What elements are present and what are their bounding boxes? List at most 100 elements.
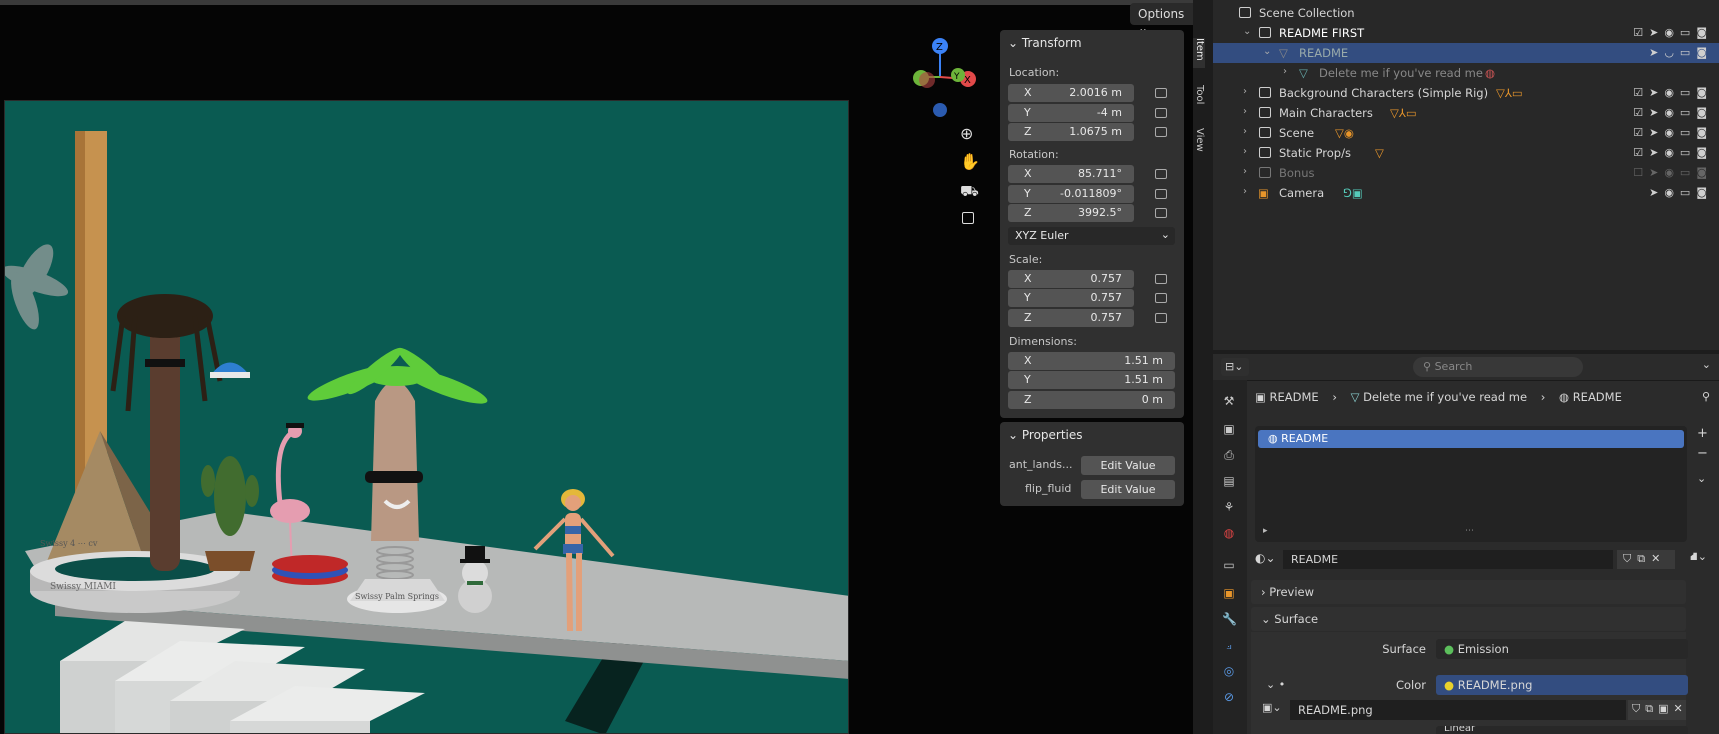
- rotation-y-field[interactable]: Y -0.011809°: [1008, 185, 1134, 203]
- dimensions-z-field[interactable]: Z0 m: [1008, 391, 1175, 409]
- particles-icon[interactable]: ⟓: [1222, 638, 1236, 652]
- chevron-down-icon: ⌄: [1008, 36, 1022, 50]
- chevron-right-icon: ›: [1283, 66, 1287, 77]
- visibility-toggles[interactable]: ☑➤◉▭◙: [1633, 126, 1713, 139]
- lock-camera-icon[interactable]: [962, 212, 974, 224]
- options-dropdown[interactable]: Options ⌄: [1130, 3, 1193, 35]
- location-x-field[interactable]: X 2.0016 m: [1008, 84, 1134, 102]
- physics-icon[interactable]: ◎: [1222, 664, 1236, 678]
- pin-icon[interactable]: ⚲: [1702, 390, 1710, 403]
- properties-header[interactable]: ⌄ Properties: [1000, 422, 1184, 446]
- outliner[interactable]: Scene Collection ⌄ README FIRST ☑➤◉▭◙ ⌄ …: [1213, 0, 1719, 350]
- outliner-row-background-characters[interactable]: › Background Characters (Simple Rig) ▽⅄▭…: [1213, 83, 1719, 103]
- node-icon[interactable]: ⛘⌄: [1690, 550, 1707, 565]
- image-name-field[interactable]: README.png: [1290, 700, 1626, 720]
- tab-tool[interactable]: Tool: [1193, 85, 1205, 113]
- edit-value-button[interactable]: Edit Value: [1081, 456, 1175, 475]
- remove-slot-button[interactable]: −: [1697, 446, 1708, 461]
- collection-icon: [1259, 107, 1271, 118]
- material-slot-list[interactable]: ◍ README ▸ ⋯: [1255, 426, 1687, 542]
- tab-item[interactable]: Item: [1193, 38, 1205, 68]
- material-actions[interactable]: ⛉⧉✕: [1617, 550, 1675, 569]
- modifier-wrench-icon[interactable]: 🔧: [1222, 612, 1237, 626]
- visibility-toggles[interactable]: ➤◡▭◙: [1649, 46, 1713, 59]
- chevron-down-icon[interactable]: ⌄: [1702, 358, 1711, 371]
- rotation-label: Rotation:: [1009, 148, 1059, 161]
- expand-icon[interactable]: ▸: [1263, 526, 1268, 536]
- rotation-z-field[interactable]: Z 3992.5°: [1008, 204, 1134, 222]
- preview-section-header[interactable]: › Preview: [1251, 580, 1686, 604]
- outliner-row-static-props[interactable]: › Static Prop/s ▽ ☑➤◉▭◙: [1213, 143, 1719, 163]
- location-y-field[interactable]: Y -4 m: [1008, 104, 1134, 122]
- outliner-row-readme[interactable]: ⌄ ▽ README ➤◡▭◙: [1213, 43, 1719, 63]
- location-label: Location:: [1009, 66, 1060, 79]
- scale-x-field[interactable]: X 0.757: [1008, 270, 1134, 288]
- material-name-field[interactable]: README: [1283, 550, 1613, 569]
- rotation-mode-select[interactable]: XYZ Euler ⌄: [1008, 227, 1175, 245]
- lock-icon[interactable]: [1155, 293, 1167, 303]
- camera-view[interactable]: Swissy MIAMI Swissy 4 ⋯ cv Swissy Palm S…: [4, 100, 849, 734]
- navigation-gizmo[interactable]: Z X Y: [900, 35, 980, 125]
- camera-view-icon[interactable]: ⛟: [960, 182, 979, 202]
- world-icon[interactable]: ◍: [1222, 526, 1236, 540]
- search-input[interactable]: ⚲ Search: [1413, 357, 1583, 377]
- visibility-toggles[interactable]: ☑➤◉▭◙: [1633, 86, 1713, 99]
- outliner-row-camera[interactable]: › ▣ Camera ⅁▣ ➤◉▭◙: [1213, 183, 1719, 203]
- dimensions-y-field[interactable]: Y 1.51 m: [1008, 371, 1175, 389]
- surface-shader-select[interactable]: ● Emission: [1436, 639, 1688, 659]
- image-browse-button[interactable]: ▣⌄: [1262, 701, 1290, 719]
- output-icon[interactable]: ⎙: [1222, 448, 1236, 462]
- lock-icon[interactable]: [1155, 127, 1167, 137]
- outliner-row-bonus[interactable]: › Bonus ☐➤◉▭◙: [1213, 163, 1719, 183]
- surface-section-header[interactable]: ⌄ Surface: [1251, 607, 1686, 631]
- lock-icon[interactable]: [1155, 108, 1167, 118]
- chevron-down-icon[interactable]: ⌄ •: [1266, 678, 1285, 691]
- chevron-down-icon[interactable]: ⌄: [1697, 472, 1706, 485]
- material-browse-button[interactable]: ◐⌄: [1255, 551, 1283, 569]
- lock-icon[interactable]: [1155, 189, 1167, 199]
- color-input-select[interactable]: ● README.png: [1436, 675, 1688, 695]
- tool-icon[interactable]: ⚒: [1222, 394, 1236, 408]
- editor-type-dropdown[interactable]: ⊟⌄: [1221, 358, 1249, 376]
- breadcrumb-material: README: [1572, 390, 1622, 404]
- lock-icon[interactable]: [1155, 313, 1167, 323]
- rotation-x-field[interactable]: X 85.711°: [1008, 165, 1134, 183]
- add-slot-button[interactable]: +: [1697, 426, 1708, 441]
- zoom-icon[interactable]: ⊕: [960, 124, 973, 143]
- image-actions[interactable]: ⛉⧉▣✕: [1628, 700, 1686, 720]
- scene-collection-row[interactable]: Scene Collection: [1213, 3, 1719, 23]
- constraints-icon[interactable]: ⊘: [1222, 690, 1236, 704]
- location-z-field[interactable]: Z 1.0675 m: [1008, 123, 1134, 141]
- lock-icon[interactable]: [1155, 274, 1167, 284]
- hand-pan-icon[interactable]: ✋: [960, 152, 980, 171]
- transform-header[interactable]: ⌄ Transform: [1000, 30, 1184, 54]
- visibility-toggles[interactable]: ☐➤◉▭◙: [1633, 166, 1713, 179]
- scale-z-field[interactable]: Z 0.757: [1008, 309, 1134, 327]
- object-icon[interactable]: ▣: [1222, 586, 1236, 600]
- visibility-toggles[interactable]: ☑➤◉▭◙: [1633, 106, 1713, 119]
- colorspace-select[interactable]: Linear: [1436, 726, 1688, 734]
- outliner-row-readme-first[interactable]: ⌄ README FIRST ☑➤◉▭◙: [1213, 23, 1719, 43]
- dimensions-x-field[interactable]: X 1.51 m: [1008, 352, 1175, 370]
- viewport-top-bar: [0, 0, 1193, 5]
- material-icon: ◐⌄: [1255, 551, 1276, 565]
- scene-icon[interactable]: ⚘: [1222, 500, 1236, 514]
- visibility-toggles[interactable]: ☑➤◉▭◙: [1633, 26, 1713, 39]
- material-slot-item[interactable]: ◍ README: [1258, 430, 1684, 448]
- lock-icon[interactable]: [1155, 88, 1167, 98]
- resize-handle[interactable]: ⋯: [1465, 526, 1474, 536]
- outliner-row-main-characters[interactable]: › Main Characters ▽⅄▭ ☑➤◉▭◙: [1213, 103, 1719, 123]
- edit-value-button[interactable]: Edit Value: [1081, 480, 1175, 499]
- collection-icon[interactable]: ▭: [1222, 558, 1236, 572]
- tab-view[interactable]: View: [1193, 128, 1205, 156]
- outliner-row-scene[interactable]: › Scene ▽◉ ☑➤◉▭◙: [1213, 123, 1719, 143]
- outliner-row-delete-me[interactable]: › ▽ Delete me if you've read me ◍: [1213, 63, 1719, 83]
- visibility-toggles[interactable]: ☑➤◉▭◙: [1633, 146, 1713, 159]
- visibility-toggles[interactable]: ➤◉▭◙: [1649, 186, 1713, 199]
- lock-icon[interactable]: [1155, 208, 1167, 218]
- render-icon[interactable]: ▣: [1222, 422, 1236, 436]
- chevron-down-icon: ⌄: [1160, 228, 1170, 241]
- lock-icon[interactable]: [1155, 169, 1167, 179]
- scale-y-field[interactable]: Y 0.757: [1008, 289, 1134, 307]
- view-layer-icon[interactable]: ▤: [1222, 474, 1236, 488]
